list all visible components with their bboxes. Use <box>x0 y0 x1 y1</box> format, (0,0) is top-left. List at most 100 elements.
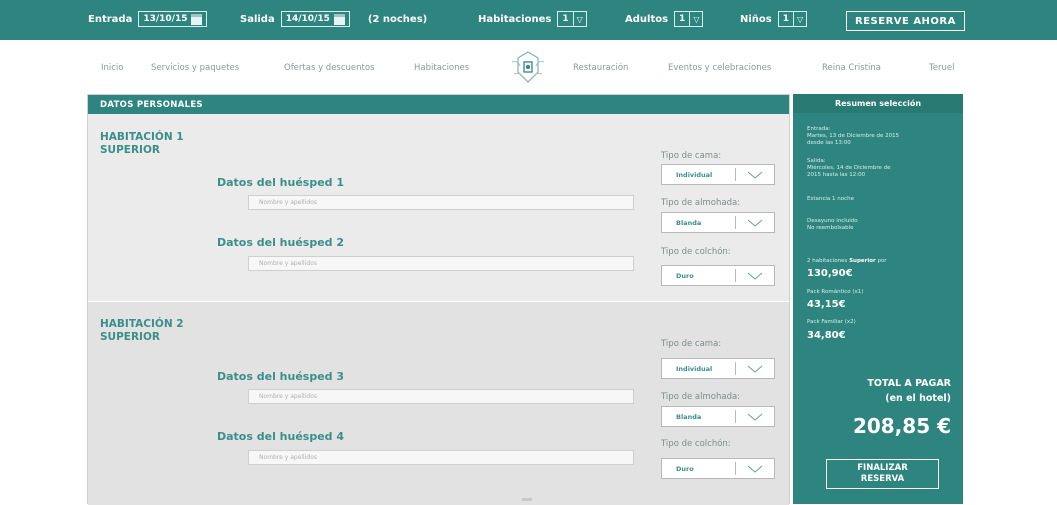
room-title-line: HABITACIÓN 2 <box>100 318 184 330</box>
room-section: HABITACIÓN 2 SUPERIOR Datos del huésped … <box>88 302 789 505</box>
refund-note: No reembolsable <box>807 225 854 231</box>
pack2-price: 34,80€ <box>807 330 846 341</box>
nav-item-teruel[interactable]: Teruel <box>929 63 954 73</box>
pillow-type-label: Tipo de almohada: <box>661 392 741 402</box>
checkin-group: Entrada 13/10/15 <box>88 11 208 27</box>
mattress-type-value: Duro <box>662 462 736 475</box>
room-type-line: SUPERIOR <box>100 331 160 343</box>
summary-conditions: Desayuno incluido No reembolsable <box>807 218 858 232</box>
mattress-type-select[interactable]: Duro <box>661 265 775 286</box>
pillow-type-value: Blanda <box>662 216 736 229</box>
rooms-line-suffix: por <box>877 258 887 264</box>
pillow-type-select[interactable]: Blanda <box>661 406 775 427</box>
hotel-logo-icon[interactable] <box>508 48 548 88</box>
rooms-label: Habitaciones <box>478 13 552 25</box>
finish-booking-button[interactable]: FINALIZAR RESERVA <box>826 459 939 489</box>
adults-label: Adultos <box>625 13 669 25</box>
bed-type-value: Individual <box>662 362 736 375</box>
chevron-down-icon: ▽ <box>576 14 583 24</box>
nav-item-habitaciones[interactable]: Habitaciones <box>414 63 469 73</box>
room-title: HABITACIÓN 1 SUPERIOR <box>100 131 184 157</box>
exit-label: Salida: <box>807 158 826 164</box>
chevron-down-icon <box>736 219 774 227</box>
nights-count: (2 noches) <box>367 13 428 25</box>
summary-title: Resumen selección <box>793 94 963 113</box>
checkin-label: Entrada <box>88 13 133 25</box>
guest-label: Datos del huésped 1 <box>217 176 345 189</box>
panel-title: DATOS PERSONALES <box>88 95 789 114</box>
adults-group: Adultos 1 ▽ <box>625 11 704 27</box>
room-title: HABITACIÓN 2 SUPERIOR <box>100 318 184 344</box>
room-title-line: HABITACIÓN 1 <box>100 131 184 143</box>
nav-item-restauracion[interactable]: Restauración <box>573 63 628 73</box>
mattress-type-label: Tipo de colchón: <box>661 247 731 257</box>
mattress-type-value: Duro <box>662 269 736 282</box>
chevron-down-icon <box>736 465 774 473</box>
summary-entry: Entrada: Martes, 13 de Diciembre de 2015… <box>807 126 899 147</box>
total-amount: 208,85 € <box>852 414 951 438</box>
mattress-type-select[interactable]: Duro <box>661 458 775 479</box>
nav-item-servicios[interactable]: Servicios y paquetes <box>151 63 239 73</box>
exit-date: Miércoles, 14 de Diciembre de <box>807 165 891 171</box>
nav-item-reina-cristina[interactable]: Reina Cristina <box>822 63 881 73</box>
finish-button-line: FINALIZAR <box>857 463 908 473</box>
checkout-group: Salida 14/10/15 (2 noches) <box>240 11 427 27</box>
pillow-type-select[interactable]: Blanda <box>661 212 775 233</box>
adults-select-value: 1 <box>675 12 691 26</box>
guest-label: Datos del huésped 2 <box>217 236 345 249</box>
rooms-select-value: 1 <box>558 12 574 26</box>
checkin-date-field[interactable]: 13/10/15 <box>138 11 208 27</box>
reserve-now-button[interactable]: RESERVE AHORA <box>846 11 965 31</box>
chevron-down-icon <box>736 413 774 421</box>
total-label-note: (en el hotel) <box>885 393 951 404</box>
summary-rooms-line: 2 habitaciones Superior por <box>807 258 887 265</box>
calendar-icon[interactable] <box>191 13 203 25</box>
nav-item-ofertas[interactable]: Ofertas y descuentos <box>284 63 375 73</box>
children-select-value: 1 <box>779 12 795 26</box>
summary-stay: Estancia 1 noche <box>807 196 855 202</box>
bed-type-select[interactable]: Individual <box>661 164 775 185</box>
adults-select[interactable]: 1 ▽ <box>674 11 704 27</box>
bed-type-value: Individual <box>662 168 736 181</box>
scroll-indicator <box>522 498 532 501</box>
checkout-date-field[interactable]: 14/10/15 <box>280 11 350 27</box>
room-type-line: SUPERIOR <box>100 144 160 156</box>
guest-name-input[interactable]: Nombre y apellidos <box>248 256 634 271</box>
guest-name-input[interactable]: Nombre y apellidos <box>248 450 634 465</box>
pillow-type-value: Blanda <box>662 410 736 423</box>
mattress-type-label: Tipo de colchón: <box>661 439 731 449</box>
bed-type-select[interactable]: Individual <box>661 358 775 379</box>
rooms-select[interactable]: 1 ▽ <box>557 11 587 27</box>
children-label: Niños <box>740 13 772 25</box>
checkin-date-value: 13/10/15 <box>143 14 188 24</box>
entry-time: desde las 13:00 <box>807 140 851 146</box>
calendar-icon[interactable] <box>333 13 345 25</box>
guest-label: Datos del huésped 4 <box>217 430 345 443</box>
rooms-line-type: Superior <box>849 258 876 264</box>
summary-exit: Salida: Miércoles, 14 de Diciembre de 20… <box>807 158 891 179</box>
guest-name-input[interactable]: Nombre y apellidos <box>248 389 634 404</box>
children-select[interactable]: 1 ▽ <box>777 11 808 27</box>
entry-date: Martes, 13 de Diciembre de 2015 <box>807 133 900 139</box>
entry-label: Entrada: <box>807 126 831 132</box>
pillow-type-label: Tipo de almohada: <box>661 198 741 208</box>
chevron-down-icon <box>736 272 774 280</box>
personal-data-panel: DATOS PERSONALES HABITACIÓN 1 SUPERIOR D… <box>87 94 790 505</box>
booking-bar: Entrada 13/10/15 Salida 14/10/15 (2 noch… <box>0 0 1057 40</box>
guest-name-input[interactable]: Nombre y apellidos <box>248 195 634 210</box>
bed-type-label: Tipo de cama: <box>661 339 722 349</box>
breakfast-note: Desayuno incluido <box>807 218 858 224</box>
checkout-label: Salida <box>240 13 275 25</box>
finish-button-line: RESERVA <box>860 474 905 484</box>
children-group: Niños 1 ▽ <box>740 11 808 27</box>
nav-item-inicio[interactable]: Inicio <box>101 63 124 73</box>
pack1-price: 43,15€ <box>807 299 846 310</box>
nav-item-eventos[interactable]: Eventos y celebraciones <box>668 63 771 73</box>
rooms-group: Habitaciones 1 ▽ <box>478 11 587 27</box>
room-section: HABITACIÓN 1 SUPERIOR Datos del huésped … <box>88 114 789 301</box>
total-label: TOTAL A PAGAR (en el hotel) <box>867 376 951 406</box>
guest-label: Datos del huésped 3 <box>217 370 345 383</box>
rooms-price: 130,90€ <box>807 268 853 279</box>
exit-time: 2015 hasta las 12:00 <box>807 172 866 178</box>
bed-type-label: Tipo de cama: <box>661 151 722 161</box>
